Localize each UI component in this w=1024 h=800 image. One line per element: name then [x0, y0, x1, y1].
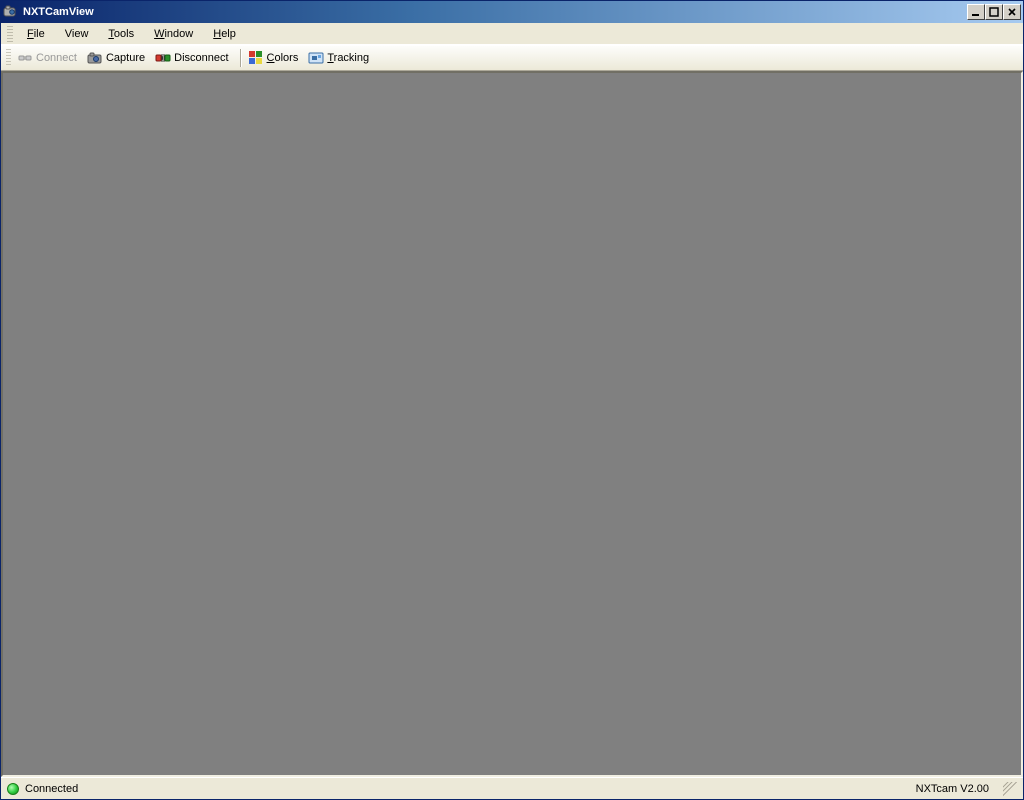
connect-label: Connect [36, 52, 77, 64]
colors-button[interactable]: Colors [245, 47, 306, 69]
capture-button[interactable]: Capture [84, 47, 152, 69]
statusbar: Connected NXTcam V2.00 [1, 777, 1023, 799]
window-title: NXTCamView [23, 6, 967, 18]
status-connection: Connected [25, 783, 78, 795]
tracking-label: Tracking [327, 52, 369, 64]
menu-file[interactable]: File [17, 25, 55, 43]
tracking-icon [308, 50, 324, 66]
menu-help[interactable]: Help [203, 25, 246, 43]
app-icon [3, 4, 19, 20]
close-button[interactable] [1003, 4, 1021, 20]
camera-icon [87, 50, 103, 66]
palette-icon [248, 50, 264, 66]
menubar-grip-icon [7, 26, 13, 42]
minimize-button[interactable] [967, 4, 985, 20]
capture-label: Capture [106, 52, 145, 64]
menu-window[interactable]: Window [144, 25, 203, 43]
disconnect-label: Disconnect [174, 52, 228, 64]
resize-grip-icon[interactable] [1003, 782, 1017, 796]
menu-view[interactable]: View [55, 25, 99, 43]
mdi-workspace [1, 71, 1023, 777]
maximize-button[interactable] [985, 4, 1003, 20]
plug-icon [17, 50, 33, 66]
window-controls [967, 4, 1021, 20]
app-window: NXTCamView File View Tools Window Help [0, 0, 1024, 800]
titlebar[interactable]: NXTCamView [1, 1, 1023, 23]
tracking-button[interactable]: Tracking [305, 47, 376, 69]
status-version: NXTcam V2.00 [916, 783, 989, 795]
colors-label: Colors [267, 52, 299, 64]
connect-button[interactable]: Connect [14, 47, 84, 69]
toolbar-grip-icon [6, 49, 11, 67]
disconnect-button[interactable]: Disconnect [152, 47, 235, 69]
status-indicator-icon [7, 783, 19, 795]
menu-tools[interactable]: Tools [98, 25, 144, 43]
disconnect-icon [155, 50, 171, 66]
toolbar-separator [240, 49, 241, 67]
toolbar: Connect Capture Disconnec [1, 45, 1023, 71]
menubar: File View Tools Window Help [1, 23, 1023, 45]
